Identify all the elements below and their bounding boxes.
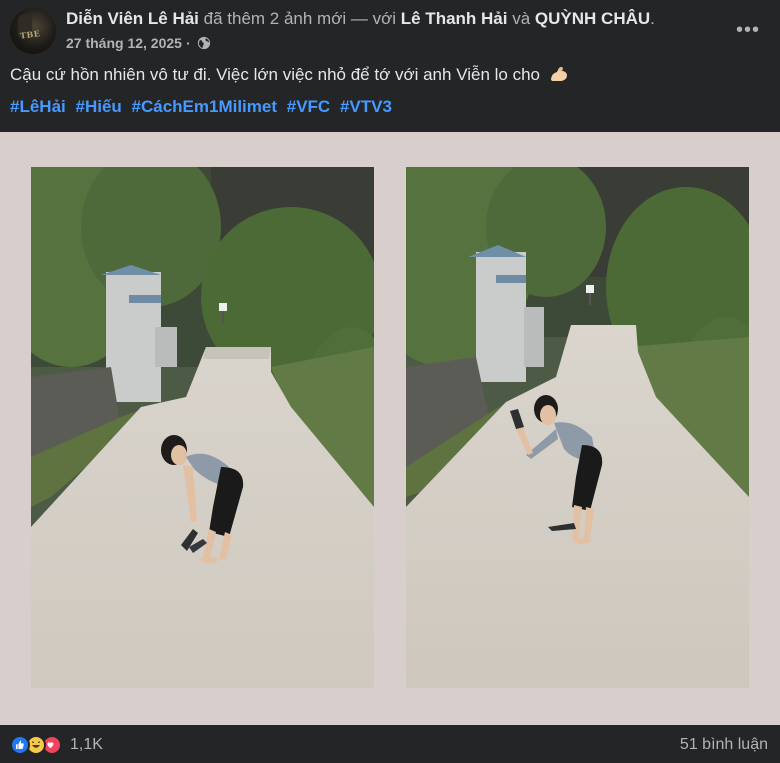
post-photo-1[interactable] (31, 167, 374, 688)
photo-2-image (406, 167, 749, 688)
tagged-person-1[interactable]: Lê Thanh Hải (401, 9, 508, 28)
meta-separator: · (185, 35, 191, 51)
conjunction-text: và (512, 9, 531, 28)
post-meta: 27 tháng 12, 2025 · (66, 34, 211, 52)
photo-gallery (0, 132, 780, 725)
tagged-person-2[interactable]: QUỲNH CHÂU (535, 9, 650, 28)
hashtag-link[interactable]: #CáchEm1Milimet (132, 97, 278, 116)
avatar-logo: TBE (19, 28, 41, 41)
post-photo-2[interactable] (406, 167, 749, 688)
globe-icon[interactable] (197, 36, 211, 50)
post-date[interactable]: 27 tháng 12, 2025 (66, 34, 182, 52)
hashtag-link[interactable]: #VFC (287, 97, 330, 116)
more-options-button[interactable]: ••• (730, 18, 766, 42)
comment-count-link[interactable]: 51 bình luận (680, 734, 768, 756)
hashtag-link[interactable]: #LêHải (10, 97, 66, 116)
photo-1-image (31, 167, 374, 688)
action-text: đã thêm 2 ảnh mới — với (203, 9, 397, 28)
hashtag-list: #LêHải #Hiếu #CáchEm1Milimet #VFC #VTV3 (10, 96, 397, 118)
hashtag-link[interactable]: #VTV3 (340, 97, 392, 116)
more-icon: ••• (735, 18, 760, 41)
post-footer: 1,1K 51 bình luận (0, 725, 780, 763)
hashtag-link[interactable]: #Hiếu (75, 97, 121, 116)
post-caption: Cậu cứ hồn nhiên vô tư đi. Việc lớn việc… (10, 64, 569, 86)
caption-text: Cậu cứ hồn nhiên vô tư đi. Việc lớn việc… (10, 65, 540, 84)
like-icon (10, 735, 30, 755)
reaction-count: 1,1K (70, 736, 103, 753)
headline-end: . (650, 9, 655, 28)
reaction-summary[interactable]: 1,1K (10, 734, 103, 756)
facebook-post: TBE Diễn Viên Lê Hải đã thêm 2 ảnh mới —… (0, 0, 780, 763)
flexed-biceps-emoji-icon (549, 65, 569, 83)
author-name[interactable]: Diễn Viên Lê Hải (66, 9, 199, 28)
post-headline: Diễn Viên Lê Hải đã thêm 2 ảnh mới — với… (66, 8, 655, 30)
post-header: TBE Diễn Viên Lê Hải đã thêm 2 ảnh mới —… (0, 0, 780, 132)
avatar[interactable]: TBE (10, 8, 56, 54)
